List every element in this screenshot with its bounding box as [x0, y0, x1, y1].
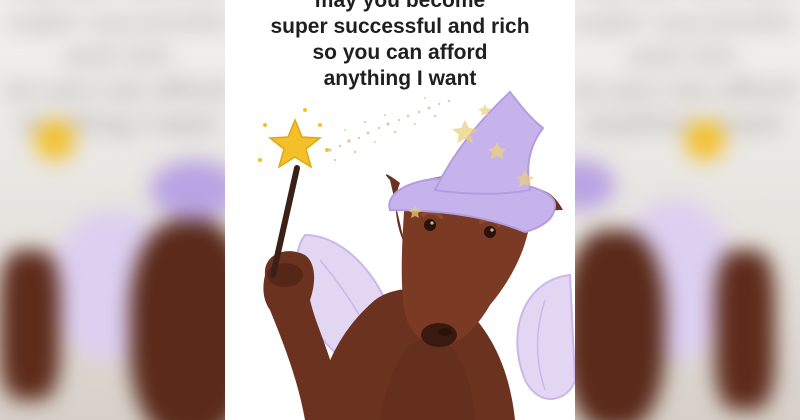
blurred-dog-left	[130, 220, 235, 420]
doberman-wizard-illustration	[258, 90, 575, 420]
sparkle-trail	[328, 97, 451, 162]
wizard-hat-icon	[388, 90, 557, 234]
meme-panel: may you become super successful and rich…	[225, 0, 575, 420]
blurred-background-left: may you become super successful and rich…	[0, 0, 235, 420]
blurred-star-right	[685, 120, 725, 160]
blurred-caption-left: may you become super successful and rich…	[0, 0, 235, 140]
blurred-hat-left	[150, 160, 235, 220]
blurred-content-left: may you become super successful and rich…	[0, 0, 235, 420]
blurred-star-left	[35, 120, 75, 160]
blurred-paw-right	[715, 250, 775, 410]
blurred-caption-line: anything I want	[584, 108, 781, 138]
blurred-caption-line: so you can afford	[4, 74, 231, 104]
blurred-caption-line: so you can afford	[569, 74, 796, 104]
blurred-paw-left	[0, 250, 60, 400]
blurred-caption-right: may you become super successful and rich…	[565, 0, 800, 140]
blurred-dog-right	[565, 230, 665, 420]
blurred-caption-line: super successful and rich	[572, 6, 793, 70]
blurred-content-right: may you become super successful and rich…	[565, 0, 800, 420]
blurred-background-right: may you become super successful and rich…	[565, 0, 800, 420]
blurred-caption-line: super successful and rich	[7, 6, 228, 70]
